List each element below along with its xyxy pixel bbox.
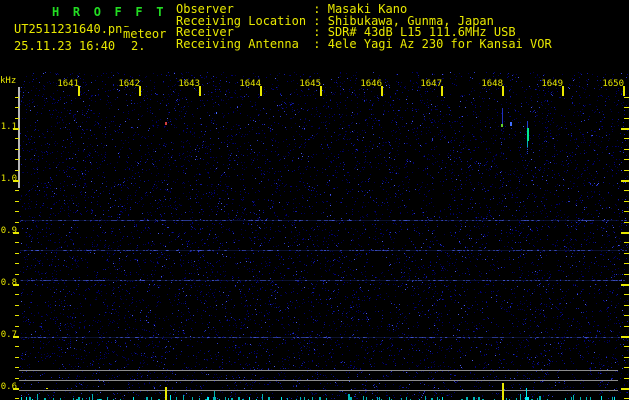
time-tick-label: 1641 (57, 79, 79, 89)
freq-tick-label: 0.6 (0, 382, 17, 392)
receiver-info-row: Receiving Antenna : 4ele Yagi Az 230 for… (176, 36, 552, 51)
time-tick-label: 1649 (541, 79, 563, 89)
filename-label: UT2511231640.png (14, 22, 130, 36)
spectrogram-canvas (0, 0, 629, 400)
time-tick-label: 1645 (299, 79, 321, 89)
freq-tick-label: 1.0 (0, 174, 17, 184)
app-title: H R O F F T (52, 5, 167, 19)
time-tick-label: 1644 (239, 79, 261, 89)
receiver-info: Observer : Masaki Kano Receiving Location… (176, 3, 552, 51)
freq-tick-label: 0.7 (0, 330, 17, 340)
time-tick-label: 1643 (178, 79, 200, 89)
freq-axis-unit: kHz (0, 76, 17, 86)
echo-count-label: 2. (131, 39, 146, 53)
datetime-label: 25.11.23 16:40 (14, 39, 116, 53)
time-tick-label: 1647 (420, 79, 442, 89)
freq-tick-label: 0.9 (0, 226, 17, 236)
time-tick-label: 1648 (481, 79, 503, 89)
time-tick-label: 1650 (602, 79, 624, 89)
time-tick-label: 1642 (118, 79, 140, 89)
hrofft-window: H R O F F T UT2511231640.png meteor 25.1… (0, 0, 629, 400)
freq-tick-label: 1.1 (0, 122, 17, 132)
time-tick-label: 1646 (360, 79, 382, 89)
freq-tick-label: 0.8 (0, 278, 17, 288)
